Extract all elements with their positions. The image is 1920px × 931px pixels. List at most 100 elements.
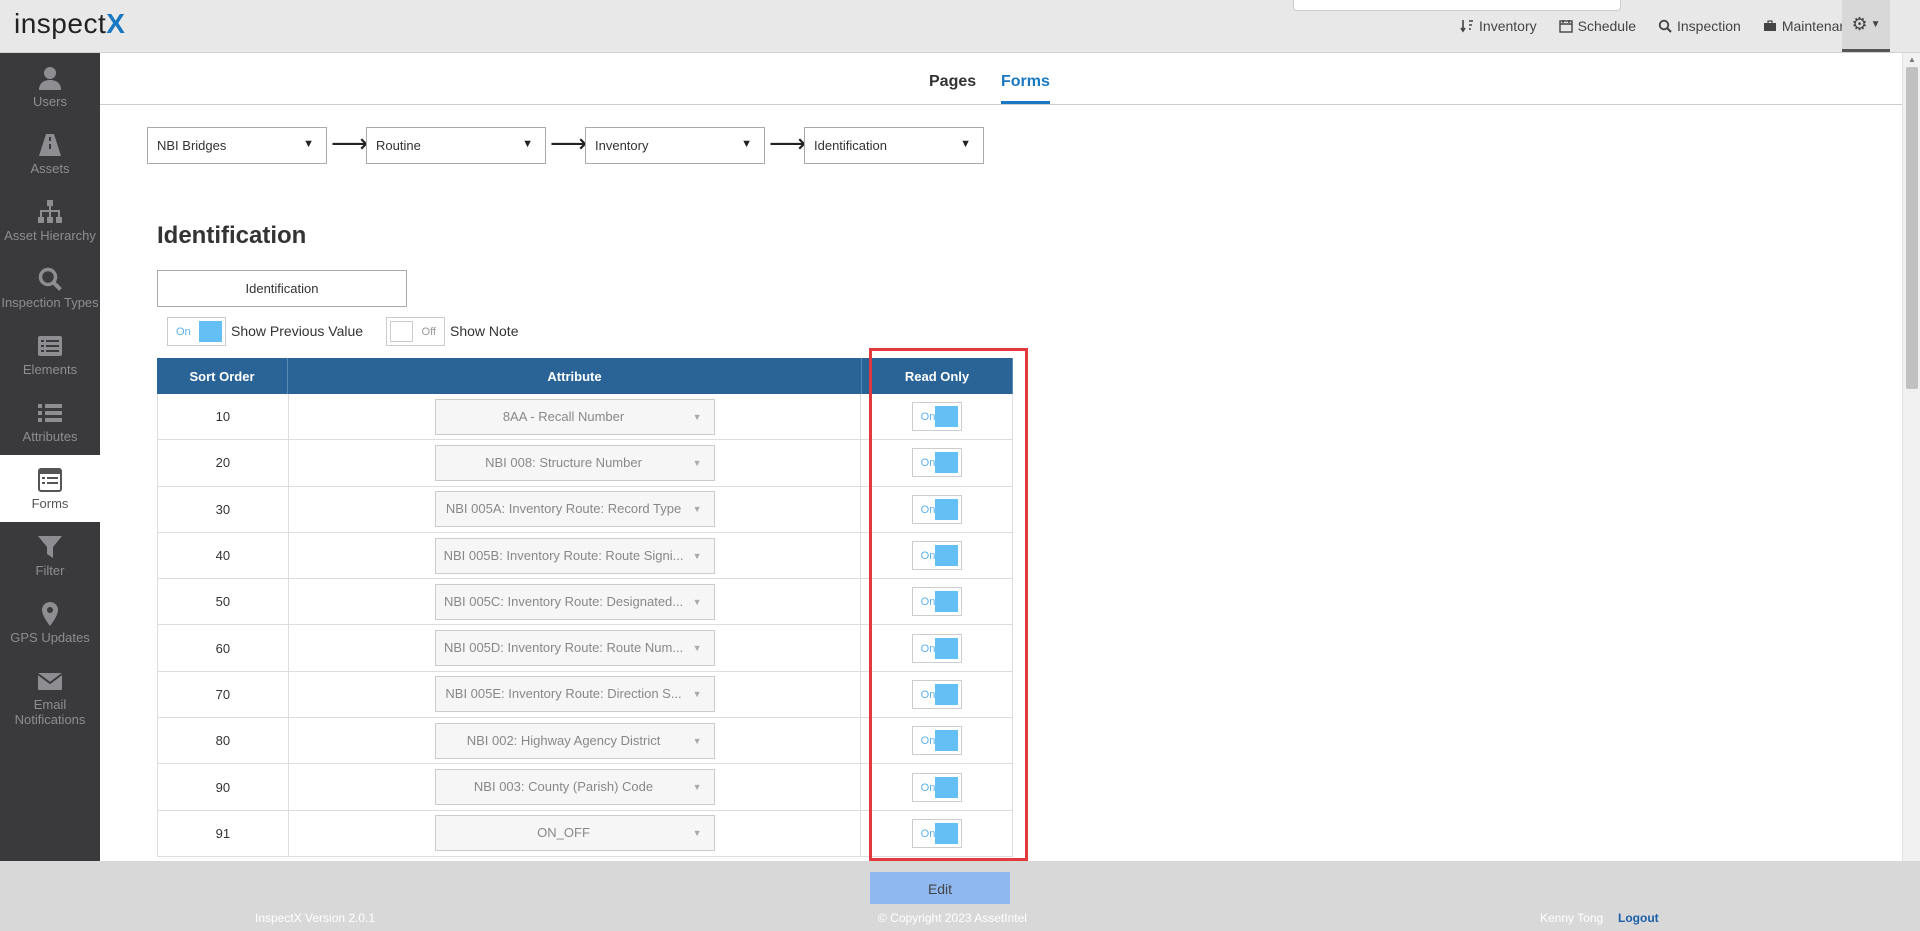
caret-down-icon: ▼	[522, 138, 533, 150]
table-row: 90 NBI 003: County (Parish) Code ▼ On	[157, 764, 1013, 811]
search-icon	[38, 267, 62, 291]
list-alt-icon	[38, 335, 62, 356]
toggle-knob	[934, 545, 958, 567]
select-value: Identification	[814, 138, 887, 153]
read-only-cell: On	[861, 440, 1012, 485]
toggle-state: On	[920, 688, 936, 701]
attribute-select[interactable]: NBI 003: County (Parish) Code ▼	[434, 769, 715, 806]
sidebar-item-users[interactable]: Users	[0, 53, 100, 120]
nav-inspection[interactable]: Inspection	[1658, 18, 1741, 34]
attribute-cell: NBI 005E: Inventory Route: Direction S..…	[289, 671, 862, 718]
read-only-toggle[interactable]: On	[911, 587, 962, 617]
filter-icon	[38, 535, 62, 558]
read-only-toggle[interactable]: On	[911, 679, 962, 709]
toggle-state: On	[920, 642, 936, 655]
nav-schedule[interactable]: Schedule	[1558, 18, 1636, 34]
caret-down-icon: ▼	[692, 828, 702, 839]
sidebar-item-assets[interactable]: Assets	[0, 120, 100, 187]
read-only-toggle[interactable]: On	[911, 633, 962, 663]
attribute-value: NBI 005C: Inventory Route: Designated...	[443, 593, 684, 609]
read-only-toggle[interactable]: On	[911, 818, 962, 848]
attribute-select[interactable]: ON_OFF ▼	[434, 815, 715, 852]
asset-type-select[interactable]: NBI Bridges ▼	[147, 127, 327, 164]
caret-down-icon: ▼	[741, 138, 752, 150]
read-only-cell: On	[861, 533, 1012, 578]
attribute-select[interactable]: NBI 005E: Inventory Route: Direction S..…	[434, 676, 715, 713]
toggle-state: On	[920, 596, 936, 609]
sidebar: Users Assets Asset Hierarchy Inspection …	[0, 53, 100, 861]
header-attribute[interactable]: Attribute	[288, 358, 862, 394]
read-only-toggle[interactable]: On	[911, 541, 962, 571]
attribute-value: NBI 005D: Inventory Route: Route Num...	[443, 640, 684, 656]
tab-forms[interactable]: Forms	[1001, 73, 1050, 104]
caret-down-icon: ▼	[692, 735, 702, 746]
sort-order-cell: 91	[158, 810, 289, 856]
toggle-state: On	[920, 411, 936, 424]
section-button[interactable]: Identification	[157, 270, 407, 307]
caret-down-icon: ▼	[692, 457, 702, 468]
settings-menu[interactable]: ⚙ ▼	[1842, 0, 1890, 52]
header-sort-order[interactable]: Sort Order	[157, 358, 288, 394]
toggle-knob	[934, 498, 958, 520]
attribute-select[interactable]: NBI 005C: Inventory Route: Designated...…	[434, 583, 715, 620]
page-scrollbar[interactable]: ▲	[1902, 53, 1920, 861]
read-only-toggle[interactable]: On	[911, 448, 962, 478]
show-previous-value-label: Show Previous Value	[231, 323, 364, 339]
toggle-knob	[934, 776, 958, 798]
attribute-value: 8AA - Recall Number	[502, 408, 625, 424]
table-row: 60 NBI 005D: Inventory Route: Route Num..…	[157, 625, 1013, 672]
scroll-up-icon[interactable]: ▲	[1908, 55, 1916, 64]
caret-down-icon: ▼	[303, 138, 314, 150]
sidebar-item-filter[interactable]: Filter	[0, 522, 100, 589]
header-read-only[interactable]: Read Only	[862, 358, 1013, 394]
sidebar-item-elements[interactable]: Elements	[0, 321, 100, 388]
table-header: Sort Order Attribute Read Only	[157, 358, 1013, 394]
attribute-select[interactable]: NBI 002: Highway Agency District ▼	[434, 722, 715, 759]
sidebar-item-asset-hierarchy[interactable]: Asset Hierarchy	[0, 187, 100, 254]
toggle-state: On	[920, 781, 936, 794]
attribute-select[interactable]: 8AA - Recall Number ▼	[434, 398, 715, 435]
sort-icon	[1460, 20, 1474, 33]
sidebar-item-forms[interactable]: Forms	[0, 455, 100, 522]
show-note-label: Show Note	[450, 323, 519, 339]
read-only-toggle[interactable]: On	[911, 402, 962, 432]
scrollbar-thumb[interactable]	[1906, 67, 1918, 389]
sidebar-item-attributes[interactable]: Attributes	[0, 388, 100, 455]
nav-inventory[interactable]: Inventory	[1460, 18, 1537, 34]
tab-pages[interactable]: Pages	[929, 73, 976, 91]
logo-text: inspect	[14, 8, 107, 39]
show-note-toggle[interactable]: Off	[386, 317, 445, 346]
attribute-select[interactable]: NBI 005D: Inventory Route: Route Num... ▼	[434, 630, 715, 667]
attribute-select[interactable]: NBI 005A: Inventory Route: Record Type ▼	[434, 491, 715, 528]
show-previous-value-toggle[interactable]: On	[167, 317, 226, 346]
toggle-state: On	[920, 457, 936, 470]
attribute-select[interactable]: NBI 005B: Inventory Route: Route Signi..…	[434, 537, 715, 574]
attribute-cell: NBI 002: Highway Agency District ▼	[289, 718, 862, 764]
read-only-toggle[interactable]: On	[911, 494, 962, 524]
caret-down-icon: ▼	[1870, 19, 1881, 30]
inspection-type-select[interactable]: Routine ▼	[366, 127, 546, 164]
table-row: 10 8AA - Recall Number ▼ On	[157, 394, 1013, 441]
toolbox-icon	[1763, 20, 1776, 31]
table-row: 70 NBI 005E: Inventory Route: Direction S…	[157, 671, 1013, 719]
sidebar-item-inspection-types[interactable]: Inspection Types	[0, 254, 100, 321]
toggle-knob	[934, 452, 958, 474]
app-logo[interactable]: inspectX	[14, 8, 125, 40]
select-value: Inventory	[595, 138, 649, 153]
page-select[interactable]: Inventory ▼	[585, 127, 765, 164]
caret-down-icon: ▼	[692, 550, 702, 561]
read-only-cell: On	[861, 394, 1012, 439]
edit-button[interactable]: Edit	[870, 872, 1010, 904]
sidebar-item-label: Filter	[35, 562, 65, 578]
read-only-toggle[interactable]: On	[911, 726, 962, 756]
logout-link[interactable]: Logout	[1618, 911, 1659, 925]
attribute-select[interactable]: NBI 008: Structure Number ▼	[434, 444, 715, 481]
read-only-toggle[interactable]: On	[911, 772, 962, 802]
attribute-value: NBI 008: Structure Number	[485, 454, 642, 470]
sidebar-item-email-notifications[interactable]: Email Notifications	[0, 656, 100, 738]
sidebar-item-gps-updates[interactable]: GPS Updates	[0, 589, 100, 656]
toggle-knob	[934, 822, 958, 844]
table-row: 30 NBI 005A: Inventory Route: Record Type…	[157, 486, 1013, 533]
form-select[interactable]: Identification ▼	[804, 127, 984, 164]
sort-order-cell: 10	[158, 394, 289, 440]
